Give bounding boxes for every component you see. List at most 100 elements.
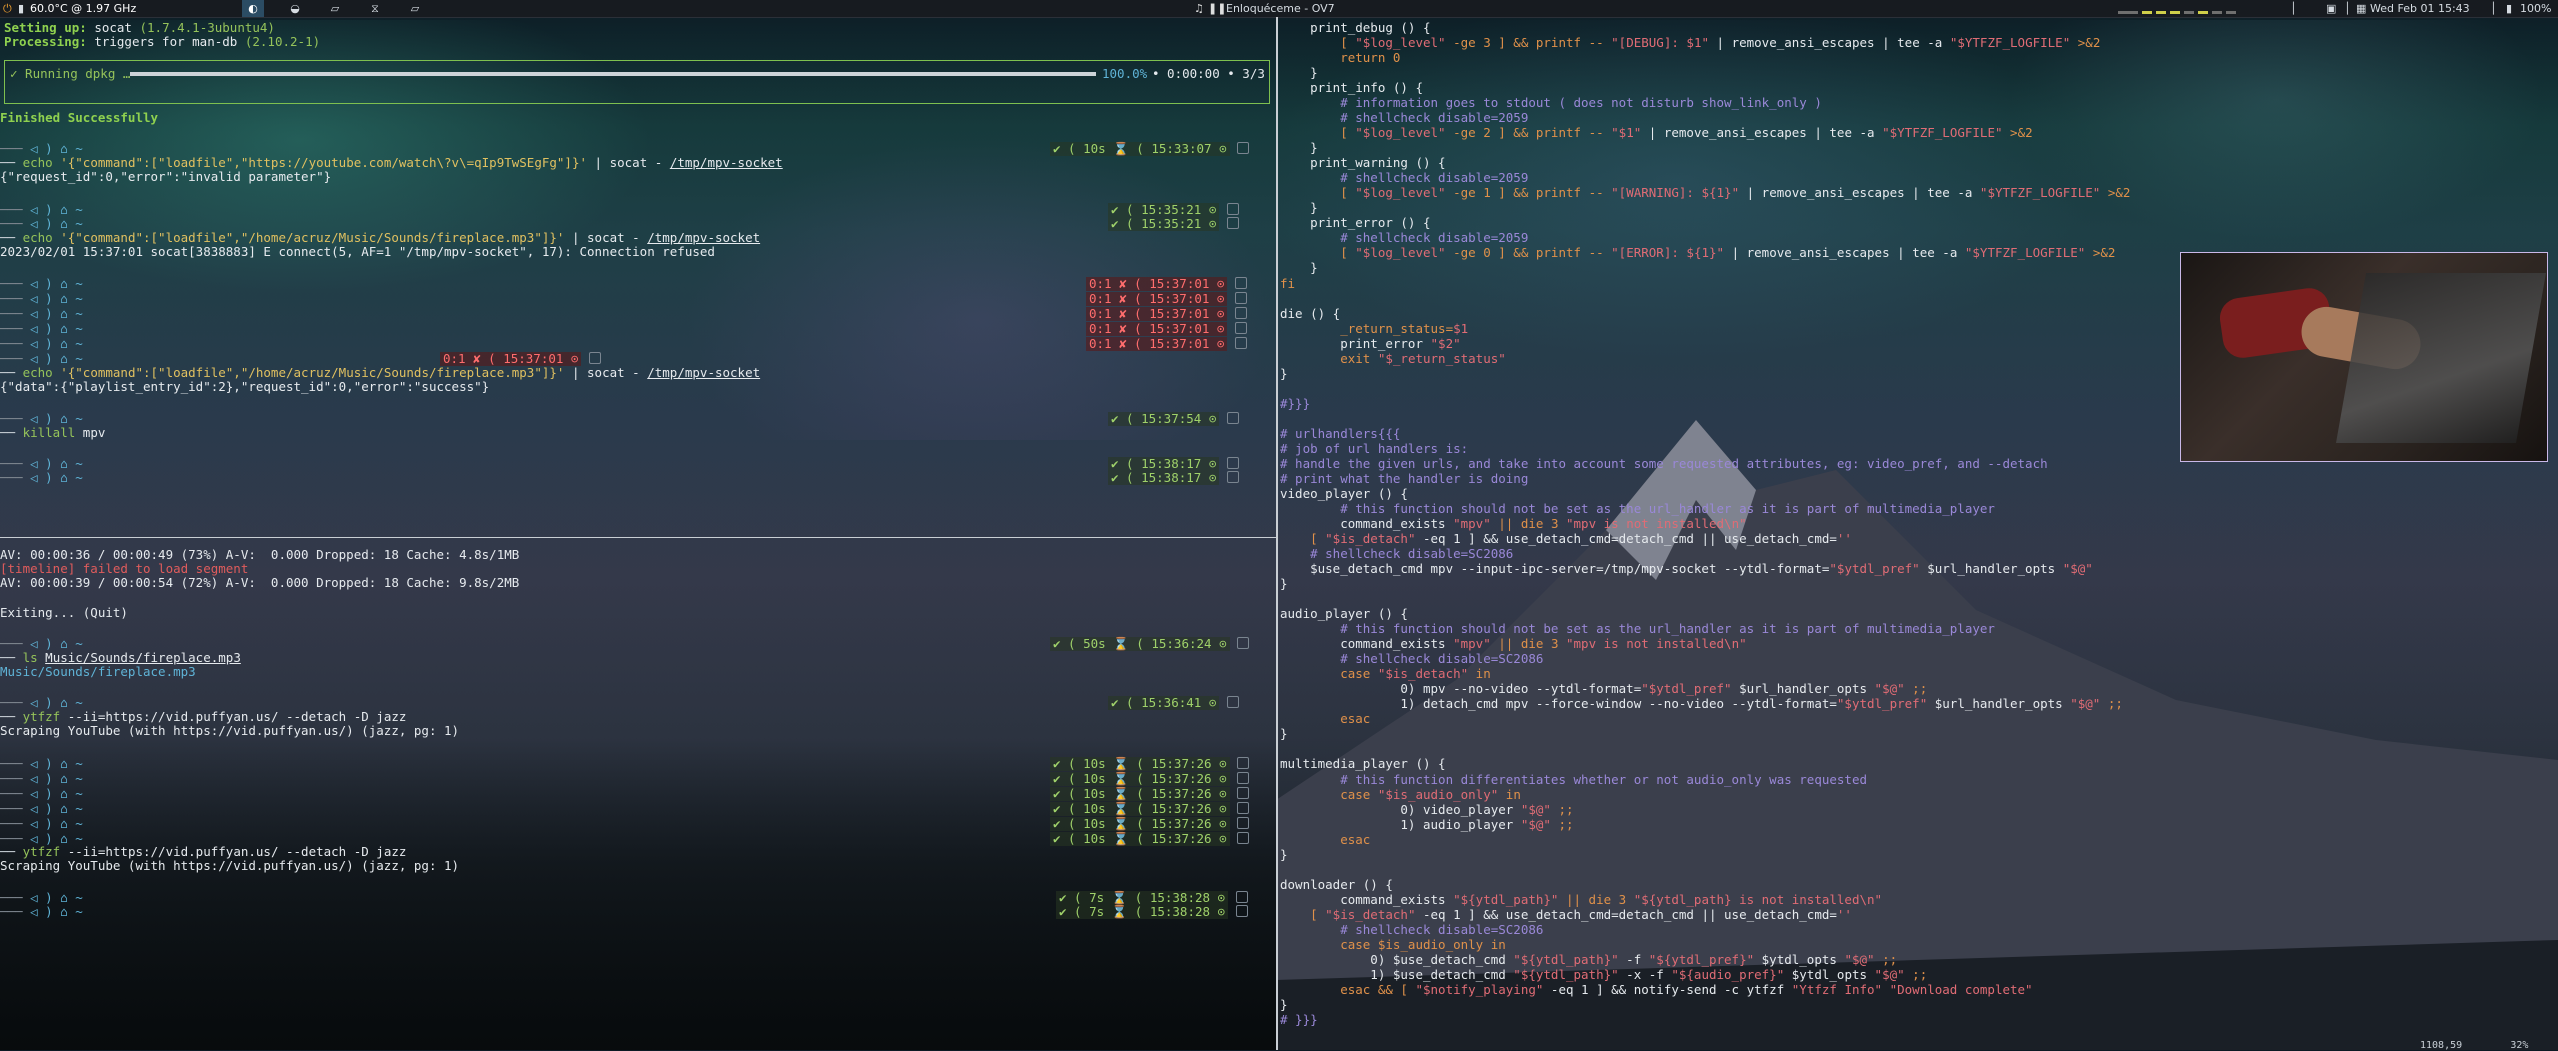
workspace-3-button[interactable]: ▱ bbox=[324, 0, 346, 17]
code-line: # this function differentiates whether o… bbox=[1280, 772, 1867, 787]
dpkg-progress-bar bbox=[130, 72, 1096, 76]
code-token: command_exists bbox=[1280, 891, 1454, 907]
error-timestamp-chip: 0:1 ✘ ( 15:37:01 ⊙ bbox=[1086, 292, 1247, 306]
workspace-4-button[interactable]: ⧖ bbox=[364, 0, 386, 17]
code-token: "$is_detach" bbox=[1325, 531, 1416, 547]
code-token: } bbox=[1280, 726, 1288, 742]
code-token: -ge 2 ] && printf -- bbox=[1445, 125, 1612, 141]
prompt: ─── ◁ ) ⌂ ~ bbox=[0, 801, 83, 816]
code-token: "$2" bbox=[1430, 335, 1461, 351]
timestamp-chip: ✔ ( 15:35:21 ⊙ bbox=[1108, 217, 1239, 231]
code-token: "$@" bbox=[1874, 966, 1905, 982]
command-output: {"data":{"playlist_entry_id":2},"request… bbox=[0, 379, 490, 394]
code-token: print_error bbox=[1280, 335, 1431, 351]
code-token: esac && [ bbox=[1280, 981, 1416, 997]
prompt: ─── ◁ ) ⌂ ~ bbox=[0, 786, 83, 801]
code-token: || die 3 bbox=[1490, 636, 1566, 652]
code-token: # shellcheck disable=SC2086 bbox=[1280, 651, 1544, 667]
code-token: "$is_detach" bbox=[1377, 666, 1469, 682]
code-line: 1) $use_detach_cmd "${ytdl_path}" -x -f … bbox=[1280, 966, 1927, 982]
code-token: "$is_detach" bbox=[1325, 906, 1416, 922]
code-token: >&2 bbox=[2002, 125, 2033, 141]
pause-icon[interactable]: ❚❚ bbox=[1208, 2, 1226, 15]
code-token: $url_handler_opts bbox=[1919, 561, 2063, 577]
code-token: | remove_ansi_escapes | tee -a bbox=[1709, 35, 1950, 51]
code-line: # shellcheck disable=2059 bbox=[1280, 111, 1528, 125]
timestamp-chip: ✔ ( 7s ⌛ ( 15:38:28 ⊙ bbox=[1056, 891, 1248, 905]
cpu-graph-bar bbox=[2156, 11, 2166, 14]
timestamp-chip: ✔ ( 15:35:21 ⊙ bbox=[1108, 203, 1239, 217]
prompt: ─── ◁ ) ⌂ ~ bbox=[0, 321, 83, 336]
code-token: 1) $use_detach_cmd bbox=[1280, 966, 1514, 982]
code-token: in bbox=[1468, 666, 1491, 682]
code-token: ;; bbox=[2100, 696, 2123, 712]
cpu-graph-bar bbox=[2118, 11, 2138, 14]
code-line: # print what the handler is doing bbox=[1280, 471, 1528, 486]
code-token: >&2 bbox=[2085, 245, 2116, 261]
prompt: ─── ◁ ) ⌂ ~ bbox=[0, 411, 83, 426]
code-token: || die 3 bbox=[1490, 515, 1566, 531]
dpkg-time: • 0:00:00 • 3/3 bbox=[1152, 66, 1265, 81]
code-token: # urlhandlers{{{ bbox=[1280, 425, 1401, 441]
code-token: "mpv is not installed\n" bbox=[1566, 515, 1747, 531]
code-token: $ytdl_opts bbox=[1784, 966, 1875, 982]
window-icon[interactable]: ▣ bbox=[2326, 2, 2336, 15]
code-line: } bbox=[1280, 577, 1288, 591]
workspace-1-button[interactable]: ◐ bbox=[242, 0, 264, 17]
prompt: ─── ◁ ) ⌂ ~ bbox=[0, 306, 83, 321]
command-line: ── ls Music/Sounds/fireplace.mp3 bbox=[0, 650, 241, 665]
code-token: print_warning () { bbox=[1280, 155, 1446, 171]
command-output: Scraping YouTube (with https://vid.puffy… bbox=[0, 858, 460, 873]
code-token: [ bbox=[1280, 531, 1326, 547]
timestamp-chip: ✔ ( 10s ⌛ ( 15:37:26 ⊙ bbox=[1050, 757, 1250, 771]
code-line: 1) detach_cmd mpv --force-window --no-vi… bbox=[1280, 697, 2123, 711]
code-token: exit bbox=[1280, 350, 1378, 366]
code-line: fi bbox=[1280, 276, 1295, 291]
editor-status-line: 1108,59 32% bbox=[2420, 1040, 2528, 1051]
code-line: # urlhandlers{{{ bbox=[1280, 425, 1401, 441]
code-token: $use_detach_cmd mpv --input-ipc-server=/… bbox=[1280, 561, 1717, 577]
code-token: "${ytdl_path}" bbox=[1513, 966, 1619, 982]
timestamp-chip: ✔ ( 15:36:41 ⊙ bbox=[1108, 696, 1239, 710]
mpv-exit-line: Exiting... (Quit) bbox=[0, 605, 128, 620]
code-token: # this function should not be set as the… bbox=[1280, 500, 1995, 516]
code-line: print_warning () { bbox=[1280, 155, 1446, 171]
code-token: } bbox=[1280, 140, 1318, 156]
music-title[interactable]: Enloquéceme - OV7 bbox=[1226, 2, 1335, 15]
clock-label[interactable]: Wed Feb 01 15:43 bbox=[2370, 2, 2470, 15]
workspace-5-button[interactable]: ▱ bbox=[404, 0, 426, 17]
pane-divider-vertical[interactable] bbox=[1276, 17, 1278, 1050]
dpkg-label: ✓ Running dpkg … bbox=[10, 66, 131, 81]
prompt: ─── ◁ ) ⌂ ~ bbox=[0, 816, 83, 831]
code-line: [ "$log_level" -ge 1 ] && printf -- "[WA… bbox=[1280, 186, 2130, 200]
code-token: } bbox=[1280, 260, 1318, 276]
prompt: ─── ◁ ) ⌂ ~ bbox=[0, 756, 83, 771]
timestamp-chip: ✔ ( 10s ⌛ ( 15:37:26 ⊙ bbox=[1050, 802, 1250, 816]
pane-divider-horizontal[interactable] bbox=[0, 537, 1276, 538]
code-token: -eq 1 ] && use_detach_cmd=detach_cmd || … bbox=[1415, 531, 1837, 547]
code-token: "$@" bbox=[1520, 801, 1551, 817]
code-token: # shellcheck disable=2059 bbox=[1280, 170, 1529, 186]
code-token: -x -f bbox=[1618, 966, 1672, 982]
code-token: 0) video_player bbox=[1280, 801, 1521, 817]
code-token: [ bbox=[1280, 906, 1326, 922]
power-icon[interactable]: ⏻ bbox=[3, 2, 12, 16]
code-line: # information goes to stdout ( does not … bbox=[1280, 96, 1822, 110]
code-token: command_exists bbox=[1280, 636, 1454, 652]
workspace-2-button[interactable]: ◒ bbox=[284, 0, 306, 17]
code-token: "$log_level" bbox=[1355, 125, 1446, 141]
code-line: command_exists "${ytdl_path}" || die 3 "… bbox=[1280, 891, 1882, 907]
code-line: } bbox=[1280, 847, 1288, 862]
mpv-error-line: [timeline] failed to load segment bbox=[0, 561, 249, 576]
code-line: print_info () { bbox=[1280, 81, 1423, 95]
mpv-status-line: AV: 00:00:36 / 00:00:49 (73%) A-V: 0.000… bbox=[0, 547, 520, 562]
code-token: print_info () { bbox=[1280, 80, 1423, 96]
prompt: ─── ◁ ) ⌂ ~ bbox=[0, 291, 83, 306]
code-token: case $is_audio_only in bbox=[1280, 936, 1506, 952]
command-output: Scraping YouTube (with https://vid.puffy… bbox=[0, 723, 460, 738]
code-line: command_exists "mpv" || die 3 "mpv is no… bbox=[1280, 515, 1747, 531]
code-token: "${ytdl_path}" bbox=[1513, 951, 1619, 967]
code-token: "$1" bbox=[1611, 125, 1642, 141]
code-token: case bbox=[1280, 666, 1378, 682]
mpv-video-window[interactable] bbox=[2180, 252, 2548, 462]
